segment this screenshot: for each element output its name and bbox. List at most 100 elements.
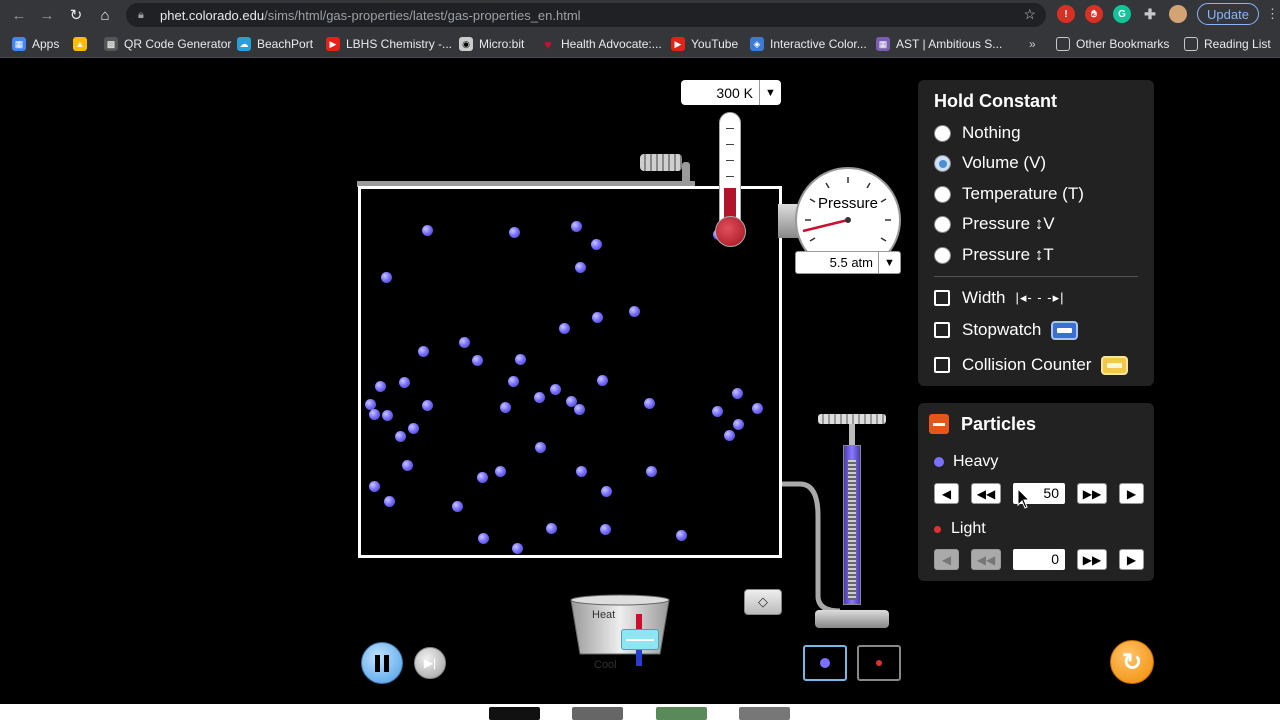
- heavy-particle: [534, 392, 545, 403]
- light-species-toggle[interactable]: [857, 645, 901, 681]
- heavy-particle: [712, 406, 723, 417]
- extension-hand-icon[interactable]: ✋︎: [1085, 5, 1103, 23]
- bookmark-ast[interactable]: ▦ AST | Ambitious S...: [876, 35, 1002, 53]
- heavy-particle: [381, 272, 392, 283]
- heat-cool-slider-knob[interactable]: [621, 629, 659, 650]
- extensions-puzzle-icon[interactable]: ✚: [1141, 5, 1159, 23]
- eraser-button[interactable]: ◇: [744, 589, 782, 615]
- heavy-particle: [422, 400, 433, 411]
- update-button[interactable]: Update: [1197, 3, 1259, 25]
- menu-kebab-icon[interactable]: ⋮: [1266, 6, 1279, 22]
- home-icon[interactable]: ⌂: [91, 1, 119, 29]
- heavy-particle: [369, 409, 380, 420]
- screen-tab-ideal[interactable]: [489, 707, 540, 720]
- radio-nothing[interactable]: Nothing: [934, 123, 1021, 143]
- particles-title: Particles: [961, 414, 1037, 434]
- pump-handle[interactable]: [818, 414, 886, 424]
- light-decrement-button[interactable]: ◀: [934, 549, 959, 570]
- lid-handle[interactable]: [640, 154, 682, 171]
- heavy-particle: [422, 225, 433, 236]
- screen-tab-explore[interactable]: [572, 707, 623, 720]
- heavy-particle: [402, 460, 413, 471]
- heavy-fast-increment-button[interactable]: ▶▶: [1077, 483, 1107, 504]
- bookmark-apps[interactable]: ▦ Apps: [12, 35, 59, 53]
- heavy-fast-decrement-button[interactable]: ◀◀: [971, 483, 1001, 504]
- checkbox[interactable]: [934, 290, 950, 306]
- bookmark-lbhs-chemistry[interactable]: ▶ LBHS Chemistry -...: [326, 35, 452, 53]
- reload-icon[interactable]: ↻: [62, 1, 90, 29]
- bookmark-health-advocate[interactable]: ♥ Health Advocate:...: [541, 35, 662, 53]
- heavy-particle: [591, 239, 602, 250]
- light-fast-increment-button[interactable]: ▶▶: [1077, 549, 1107, 570]
- screen-tab-diffusion[interactable]: [739, 707, 790, 720]
- light-increment-button[interactable]: ▶: [1119, 549, 1144, 570]
- heavy-particle: [472, 355, 483, 366]
- chevron-down-icon[interactable]: ▼: [878, 252, 900, 273]
- bookmark-other[interactable]: Other Bookmarks: [1056, 35, 1169, 53]
- checkbox-width[interactable]: Width |◂- - -▸|: [934, 288, 1064, 308]
- step-forward-icon: ▶|: [423, 656, 437, 670]
- more-bookmarks-icon[interactable]: »: [1029, 35, 1036, 53]
- reset-all-button[interactable]: ↻: [1110, 640, 1154, 684]
- checkbox-collision-counter[interactable]: Collision Counter: [934, 355, 1129, 375]
- pause-bar-icon: [375, 654, 380, 672]
- chevron-down-icon[interactable]: ▼: [759, 80, 781, 105]
- bookmark-qr-code-generator[interactable]: ▩ QR Code Generator: [104, 35, 231, 53]
- pause-button[interactable]: [361, 642, 403, 684]
- bookmark-reading-list[interactable]: Reading List: [1184, 35, 1271, 53]
- radio-volume[interactable]: Volume (V): [934, 153, 1046, 173]
- url-path: /sims/html/gas-properties/latest/gas-pro…: [264, 7, 581, 23]
- heavy-particle: [399, 377, 410, 388]
- radio-button[interactable]: [934, 185, 951, 203]
- radio-temperature[interactable]: Temperature (T): [934, 184, 1084, 204]
- heavy-increment-button[interactable]: ▶: [1119, 483, 1144, 504]
- star-icon[interactable]: ☆: [1023, 6, 1036, 23]
- thermometer-tick: [726, 144, 734, 145]
- heavy-decrement-button[interactable]: ◀: [934, 483, 959, 504]
- radio-button[interactable]: [934, 246, 951, 264]
- heavy-spinner: ◀ ◀◀ 50 ▶▶ ▶: [934, 483, 1156, 504]
- bookmark-interactive-color[interactable]: ◈ Interactive Color...: [750, 35, 867, 53]
- radio-button[interactable]: [934, 215, 951, 233]
- youtube-icon: ▶: [326, 37, 340, 51]
- heavy-particle: [508, 376, 519, 387]
- profile-avatar[interactable]: [1169, 5, 1187, 23]
- light-particle-icon: [876, 660, 882, 666]
- pause-bar-icon: [384, 654, 389, 672]
- radio-pressure-v[interactable]: Pressure ↕V: [934, 214, 1055, 234]
- radio-button[interactable]: [934, 154, 951, 172]
- back-icon[interactable]: ←: [5, 1, 33, 29]
- heat-label: Heat: [592, 609, 616, 621]
- forward-icon[interactable]: →: [33, 1, 61, 29]
- youtube-icon: ▶: [671, 37, 685, 51]
- address-bar[interactable]: 🔒︎ phet.colorado.edu /sims/html/gas-prop…: [126, 3, 1046, 27]
- step-forward-button[interactable]: ▶|: [414, 647, 446, 679]
- extension-alert-icon[interactable]: !: [1057, 5, 1075, 23]
- reset-icon: ↻: [1121, 648, 1143, 676]
- bookmark-youtube[interactable]: ▶ YouTube: [671, 35, 738, 53]
- heavy-species-toggle[interactable]: [803, 645, 847, 681]
- screen-tab-energy[interactable]: [656, 707, 707, 720]
- bookmark-drive[interactable]: ▲: [73, 35, 93, 53]
- heavy-particle: [752, 403, 763, 414]
- browser-toolbar: ← → ↻ ⌂ 🔒︎ phet.colorado.edu /sims/html/…: [0, 0, 1280, 30]
- heavy-particle: [478, 533, 489, 544]
- temperature-value: 300 K: [716, 84, 753, 101]
- checkbox[interactable]: [934, 357, 950, 373]
- checkbox-stopwatch[interactable]: Stopwatch: [934, 320, 1079, 340]
- grammarly-icon[interactable]: G: [1113, 5, 1131, 23]
- bookmark-microbit[interactable]: ◉ Micro:bit: [459, 35, 524, 53]
- radio-button[interactable]: [934, 124, 951, 142]
- heavy-particle: [676, 530, 687, 541]
- pump-rod: [849, 424, 855, 446]
- heavy-particle: [509, 227, 520, 238]
- temperature-readout[interactable]: 300 K ▼: [681, 80, 781, 105]
- pressure-readout[interactable]: 5.5 atm ▼: [795, 251, 901, 274]
- checkbox[interactable]: [934, 322, 950, 338]
- radio-pressure-t[interactable]: Pressure ↕T: [934, 245, 1054, 265]
- collapse-icon[interactable]: [929, 414, 949, 434]
- pressure-value: 5.5 atm: [829, 255, 873, 270]
- bookmark-beachport[interactable]: ☁ BeachPort: [237, 35, 313, 53]
- light-fast-decrement-button[interactable]: ◀◀: [971, 549, 1001, 570]
- light-count-field[interactable]: 0: [1013, 549, 1065, 570]
